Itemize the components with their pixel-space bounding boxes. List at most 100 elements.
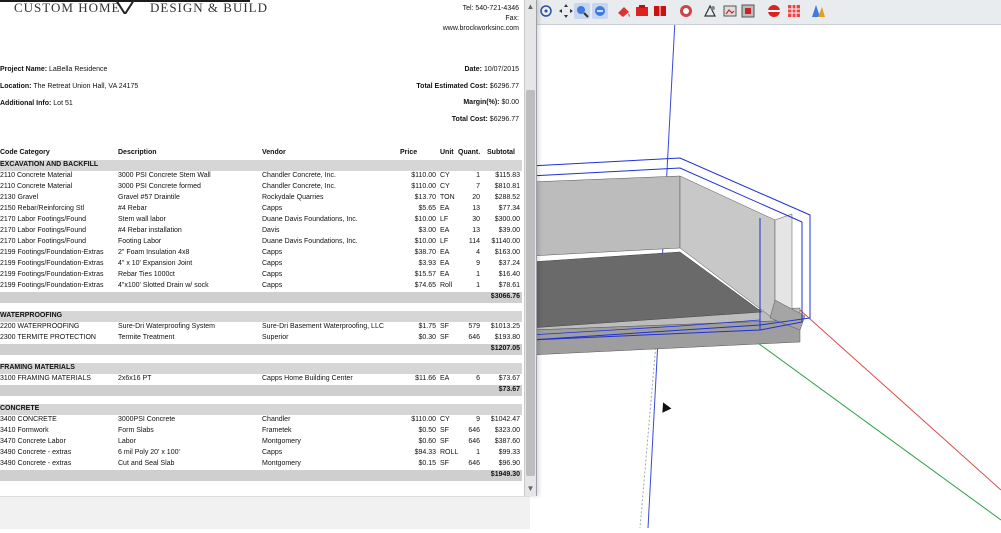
- table-cell: 1: [476, 172, 480, 179]
- table-row[interactable]: 2130 Gravel Gravel #57 Draintile Rockydale…: [0, 193, 522, 204]
- table-cell: 2170 Labor Footings/Found: [0, 216, 87, 223]
- section-plane-icon[interactable]: [592, 3, 608, 19]
- styles-icon[interactable]: [810, 3, 826, 19]
- table-cell: Termite Treatment: [118, 334, 175, 341]
- table-cell: 3490 Concrete - extras: [0, 460, 72, 467]
- table-cell: SF: [440, 323, 449, 330]
- table-cell: Sure-Dri Waterproofing System: [118, 323, 215, 330]
- scroll-down-arrow-icon[interactable]: ▼: [526, 484, 535, 494]
- table-row[interactable]: 2300 TERMITE PROTECTION Termite Treatment…: [0, 333, 522, 344]
- margin-line: Margin(%): $0.00: [463, 99, 519, 106]
- table-row[interactable]: 2170 Labor Footings/Found #4 Rebar instal…: [0, 226, 522, 237]
- header-price: Price: [400, 149, 418, 156]
- table-cell: 9: [476, 416, 480, 423]
- table-cell: Labor: [118, 438, 136, 445]
- contact-website[interactable]: www.brockworksinc.com: [443, 24, 519, 34]
- section-header: FRAMING MATERIALS: [0, 363, 522, 374]
- xray-icon[interactable]: [678, 3, 694, 19]
- table-row[interactable]: 2199 Footings/Foundation-Extras 2" Foam I…: [0, 248, 522, 259]
- table-row[interactable]: 2199 Footings/Foundation-Extras 4"x100' S…: [0, 281, 522, 292]
- table-row[interactable]: 3410 Formwork Form Slabs Frametek $0.50 SF 64…: [0, 426, 522, 437]
- table-row[interactable]: 2110 Concrete Material 3000 PSI Concrete …: [0, 182, 522, 193]
- table-cell: $193.80: [494, 334, 520, 341]
- table-cell: 3000 PSI Concrete Stem Wall: [118, 172, 211, 179]
- table-row[interactable]: 2199 Footings/Foundation-Extras Rebar Tie…: [0, 270, 522, 281]
- table-row[interactable]: 3100 FRAMING MATERIALS 2x6x16 PT Capps Hom…: [0, 374, 522, 385]
- table-cell: $13.70: [414, 194, 436, 201]
- app-window: CUSTOM HOME DESIGN & BUILD Tel: 540-721-…: [0, 0, 1001, 529]
- table-cell: 20: [472, 194, 480, 201]
- table-cell: $99.33: [498, 449, 520, 456]
- table-row[interactable]: 2199 Footings/Foundation-Extras 4" x 10' …: [0, 259, 522, 270]
- textured-icon[interactable]: [722, 3, 738, 19]
- pan-icon[interactable]: [558, 3, 574, 19]
- table-cell: Montgomery: [262, 460, 301, 467]
- table-row[interactable]: 2200 WATERPROOFING Sure-Dri Waterproofing…: [0, 322, 522, 333]
- scroll-thumb[interactable]: [526, 90, 535, 476]
- section-subtotal: $73.67: [498, 386, 520, 393]
- section-title: CONCRETE: [0, 405, 40, 412]
- scroll-up-arrow-icon[interactable]: ▲: [526, 2, 535, 12]
- table-cell: SF: [440, 438, 449, 445]
- contact-tel: Tel: 540-721-4346: [462, 5, 519, 12]
- header-quantity: Quant.: [458, 149, 481, 156]
- table-cell: $810.81: [494, 183, 520, 190]
- table-cell: $96.90: [498, 460, 520, 467]
- table-row[interactable]: 2110 Concrete Material 3000 PSI Concrete …: [0, 171, 522, 182]
- table-cell: EA: [440, 205, 450, 212]
- logo-emblem-icon: [110, 0, 140, 16]
- shadow-icon[interactable]: [766, 3, 782, 19]
- table-cell: 2199 Footings/Foundation-Extras: [0, 260, 104, 267]
- table-cell: SF: [440, 460, 449, 467]
- viewport-toolbar: [530, 0, 1001, 25]
- table-cell: $387.60: [494, 438, 520, 445]
- table-cell: 1: [476, 449, 480, 456]
- table-cell: Chandler Concrete, Inc.: [262, 183, 336, 190]
- header-unit: Unit: [440, 149, 454, 156]
- camera-icon[interactable]: [634, 3, 650, 19]
- table-cell: Rebar Ties 1000ct: [118, 271, 175, 278]
- table-row[interactable]: 3490 Concrete - extras 6 mil Poly 20' x 1…: [0, 448, 522, 459]
- table-cell: 1: [476, 282, 480, 289]
- table-cell: Montgomery: [262, 438, 301, 445]
- table-cell: 2199 Footings/Foundation-Extras: [0, 282, 104, 289]
- table-row[interactable]: 3470 Concrete Labor Labor Montgomery $0.60 S…: [0, 437, 522, 448]
- model-canvas[interactable]: [529, 0, 1001, 529]
- table-row[interactable]: 2170 Labor Footings/Found Stem wall labor…: [0, 215, 522, 226]
- 3d-viewport[interactable]: [529, 0, 1001, 529]
- table-cell: Gravel #57 Draintile: [118, 194, 180, 201]
- table-cell: $74.65: [414, 282, 436, 289]
- vertical-scrollbar[interactable]: ▲ ▼: [524, 0, 536, 496]
- table-cell: Davis: [262, 227, 280, 234]
- table-row[interactable]: 2150 Rebar/Reinforcing Stl #4 Rebar Capps $…: [0, 204, 522, 215]
- table-cell: 2199 Footings/Foundation-Extras: [0, 249, 104, 256]
- table-cell: Duane Davis Foundations, Inc.: [262, 238, 358, 245]
- table-cell: CY: [440, 416, 450, 423]
- table-cell: Form Slabs: [118, 427, 154, 434]
- table-cell: 3410 Formwork: [0, 427, 49, 434]
- location-line: Location: The Retreat Union Hall, VA 241…: [0, 83, 139, 90]
- orbit-icon[interactable]: [538, 3, 554, 19]
- table-cell: EA: [440, 249, 450, 256]
- section-header: WATERPROOFING: [0, 311, 522, 322]
- zoom-icon[interactable]: [574, 3, 590, 19]
- table-cell: $3.00: [418, 227, 436, 234]
- total-cost-line: Total Cost: $6296.77: [451, 116, 519, 123]
- monochrome-icon[interactable]: [740, 3, 756, 19]
- table-row[interactable]: 3490 Concrete - extras Cut and Seal Slab M…: [0, 459, 522, 470]
- table-cell: SF: [440, 427, 449, 434]
- table-cell: $5.65: [418, 205, 436, 212]
- walk-icon[interactable]: [652, 3, 668, 19]
- section-title: FRAMING MATERIALS: [0, 364, 75, 371]
- table-row[interactable]: 2170 Labor Footings/Found Footing Labor Du…: [0, 237, 522, 248]
- section-subtotal-row: $1207.05: [0, 344, 522, 355]
- paint-bucket-icon[interactable]: [616, 3, 632, 19]
- table-cell: $38.70: [414, 249, 436, 256]
- section-title: WATERPROOFING: [0, 312, 63, 319]
- shaded-icon[interactable]: [702, 3, 718, 19]
- table-row[interactable]: 3400 CONCRETE 3000PSI Concrete Chandler $11…: [0, 415, 522, 426]
- table-cell: Duane Davis Foundations, Inc.: [262, 216, 358, 223]
- grid-icon[interactable]: [786, 3, 802, 19]
